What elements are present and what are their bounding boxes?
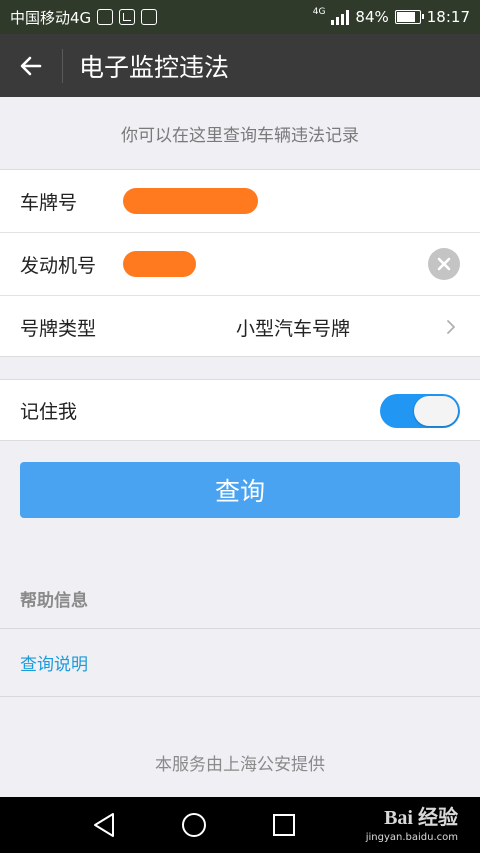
baidu-watermark: Bai 经验 jingyan.baidu.com [366, 801, 458, 843]
chevron-right-icon [447, 320, 455, 334]
status-right: 4G 84% 18:17 [312, 7, 470, 27]
divider [0, 696, 480, 697]
image-icon [119, 9, 136, 25]
battery-percent: 84% [355, 8, 389, 26]
divider [0, 628, 480, 629]
remember-me-row: 记住我 [0, 379, 480, 441]
close-icon [437, 257, 451, 271]
watermark-url: jingyan.baidu.com [365, 832, 458, 843]
remember-me-toggle[interactable] [380, 394, 460, 428]
plate-type-value: 小型汽车号牌 [236, 317, 351, 340]
title-bar: 电子监控违法 [0, 34, 480, 97]
nav-back-button[interactable] [88, 809, 120, 841]
title-divider [62, 48, 63, 83]
engine-number-input[interactable] [123, 251, 196, 277]
plate-number-row[interactable]: 车牌号 [0, 170, 480, 232]
square-recents-icon [273, 814, 295, 836]
page-title: 电子监控违法 [79, 52, 230, 82]
engine-number-label: 发动机号 [20, 254, 97, 277]
toggle-knob [414, 396, 458, 426]
navigation-bar: Bai 经验 jingyan.baidu.com [0, 797, 480, 853]
status-left: 中国移动4G [10, 7, 158, 28]
carrier-label: 中国移动4G [10, 8, 92, 27]
plate-type-label: 号牌类型 [20, 317, 97, 340]
query-button[interactable]: 查询 [20, 462, 460, 518]
clock: 18:17 [426, 8, 470, 26]
network-type-tag: 4G [312, 7, 326, 17]
plate-type-row[interactable]: 号牌类型 小型汽车号牌 [0, 296, 480, 358]
battery-icon [394, 10, 424, 24]
query-instructions-link[interactable]: 查询说明 [20, 650, 88, 675]
watermark-logo-text: Bai 经验 [384, 807, 458, 829]
signal-icon [331, 9, 350, 25]
triangle-back-icon [94, 813, 114, 837]
page-subtitle: 你可以在这里查询车辆违法记录 [121, 125, 359, 146]
battery-level-fill [396, 12, 415, 22]
back-arrow-icon [20, 56, 42, 75]
back-button[interactable] [0, 34, 62, 97]
status-bar: 中国移动4G 4G 84% 18:17 [0, 0, 480, 34]
plate-number-label: 车牌号 [20, 191, 78, 214]
app-notification-icon [141, 9, 158, 25]
service-provider-footer: 本服务由上海公安提供 [155, 755, 325, 775]
query-form: 车牌号 发动机号 号牌类型 小型汽车号牌 [0, 169, 480, 357]
clear-input-button[interactable] [428, 248, 460, 280]
help-section-header: 帮助信息 [20, 591, 88, 611]
engine-number-row[interactable]: 发动机号 [0, 233, 480, 295]
lock-icon [97, 9, 114, 25]
circle-home-icon [182, 813, 206, 837]
plate-number-input[interactable] [123, 188, 258, 214]
remember-me-label: 记住我 [20, 400, 78, 423]
nav-home-button[interactable] [178, 809, 210, 841]
nav-recents-button[interactable] [268, 809, 300, 841]
